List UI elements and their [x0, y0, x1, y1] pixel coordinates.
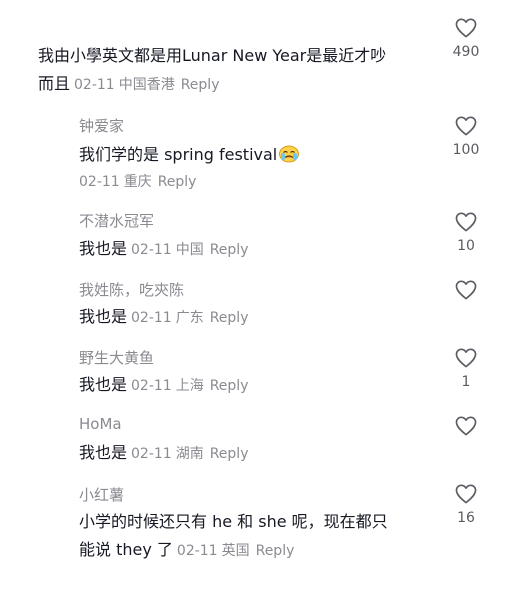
reply-button[interactable]: Reply: [256, 543, 295, 559]
heart-icon[interactable]: [455, 416, 477, 436]
comment-text-continued: 而且 02-11 中国香港 Reply: [38, 74, 219, 95]
comment-meta: 02-11 中国 Reply: [131, 242, 248, 258]
comment-date: 02-11: [74, 77, 115, 93]
crying-face-emoji-icon: [279, 145, 300, 163]
comment-text-continued: 能说 they 了 02-11 英国 Reply: [79, 540, 294, 561]
comment-date: 02-11: [131, 310, 172, 326]
comment-username[interactable]: 野生大黄鱼: [79, 347, 154, 368]
comment-location: 上海: [175, 378, 204, 394]
heart-icon[interactable]: [455, 18, 477, 38]
comment-text-line-1: 我也是: [79, 443, 128, 462]
comment-meta: 02-11 重庆 Reply: [79, 174, 196, 190]
comment-date: 02-11: [79, 174, 120, 190]
comment-date: 02-11: [131, 446, 172, 462]
comment-text-line-1: 我们学的是 spring festival: [79, 145, 278, 164]
like-count: 16: [457, 510, 475, 526]
comment-text-line-1: 我由小學英文都是用Lunar New Year是最近才吵: [38, 46, 387, 65]
reply-button[interactable]: Reply: [210, 242, 249, 258]
comment-text: 我也是 02-11 广东 Reply: [79, 307, 248, 328]
comment-text-line-2: 而且: [38, 74, 71, 93]
like-control[interactable]: 1: [446, 348, 486, 390]
comment-meta: 02-11 上海 Reply: [131, 378, 248, 394]
comment-date: 02-11: [131, 242, 172, 258]
comment-meta: 02-11 英国 Reply: [177, 543, 294, 559]
like-control[interactable]: [446, 280, 486, 306]
heart-icon[interactable]: [455, 484, 477, 504]
comment-text: 我由小學英文都是用Lunar New Year是最近才吵: [38, 46, 386, 66]
like-count: 100: [452, 142, 480, 158]
comment-text: 我也是 02-11 上海 Reply: [79, 375, 248, 396]
like-control[interactable]: 490: [446, 18, 486, 60]
comment-location: 湖南: [175, 446, 204, 462]
comment-location: 重庆: [123, 174, 152, 190]
like-control[interactable]: 100: [446, 116, 486, 158]
reply-button[interactable]: Reply: [210, 310, 249, 326]
comment-location: 广东: [175, 310, 204, 326]
comment-text-line-1: 我也是: [79, 239, 128, 258]
heart-icon[interactable]: [455, 116, 477, 136]
like-count: 490: [452, 44, 480, 60]
reply-button[interactable]: Reply: [158, 174, 197, 190]
comment-text-line-2: 能说 they 了: [79, 540, 173, 559]
comment-text: 我也是 02-11 中国 Reply: [79, 239, 248, 260]
reply-button[interactable]: Reply: [210, 378, 249, 394]
comment-location: 中国香港: [118, 77, 175, 93]
comment-username[interactable]: HoMa: [79, 415, 122, 433]
comment-text: 我们学的是 spring festival: [79, 143, 300, 165]
comment-date: 02-11: [176, 543, 218, 559]
comment-meta: 02-11 广东 Reply: [131, 310, 248, 326]
like-count: 1: [461, 374, 471, 390]
like-control[interactable]: 16: [446, 484, 486, 526]
comment-username[interactable]: 钟爱家: [79, 115, 124, 136]
like-control[interactable]: [446, 416, 486, 442]
comment-date: 02-11: [131, 378, 172, 394]
comment-meta: 02-11 中国香港 Reply: [74, 77, 219, 93]
comment-text: 小学的时候还只有 he 和 she 呢，现在都只: [79, 512, 388, 532]
like-control[interactable]: 10: [446, 212, 486, 254]
comment-username[interactable]: 不潜水冠军: [79, 210, 154, 231]
reply-button[interactable]: Reply: [181, 77, 220, 93]
comment-text-line-1: 我也是: [79, 375, 128, 394]
comment-text-line-1: 小学的时候还只有 he 和 she 呢，现在都只: [79, 512, 388, 531]
comment-location: 中国: [175, 242, 204, 258]
comment-meta: 02-11 湖南 Reply: [131, 446, 248, 462]
heart-icon[interactable]: [455, 212, 477, 232]
heart-icon[interactable]: [455, 348, 477, 368]
heart-icon[interactable]: [455, 280, 477, 300]
comment-text-line-1: 我也是: [79, 307, 128, 326]
comment-username[interactable]: 小红薯: [79, 484, 124, 505]
reply-button[interactable]: Reply: [210, 446, 249, 462]
like-count: 10: [457, 238, 475, 254]
comment-username[interactable]: 我姓陈，吃㚒陈: [79, 279, 184, 300]
comment-meta-line: 02-11 重庆 Reply: [75, 171, 196, 192]
comment-location: 英国: [221, 543, 250, 559]
comment-text: 我也是 02-11 湖南 Reply: [79, 443, 248, 464]
